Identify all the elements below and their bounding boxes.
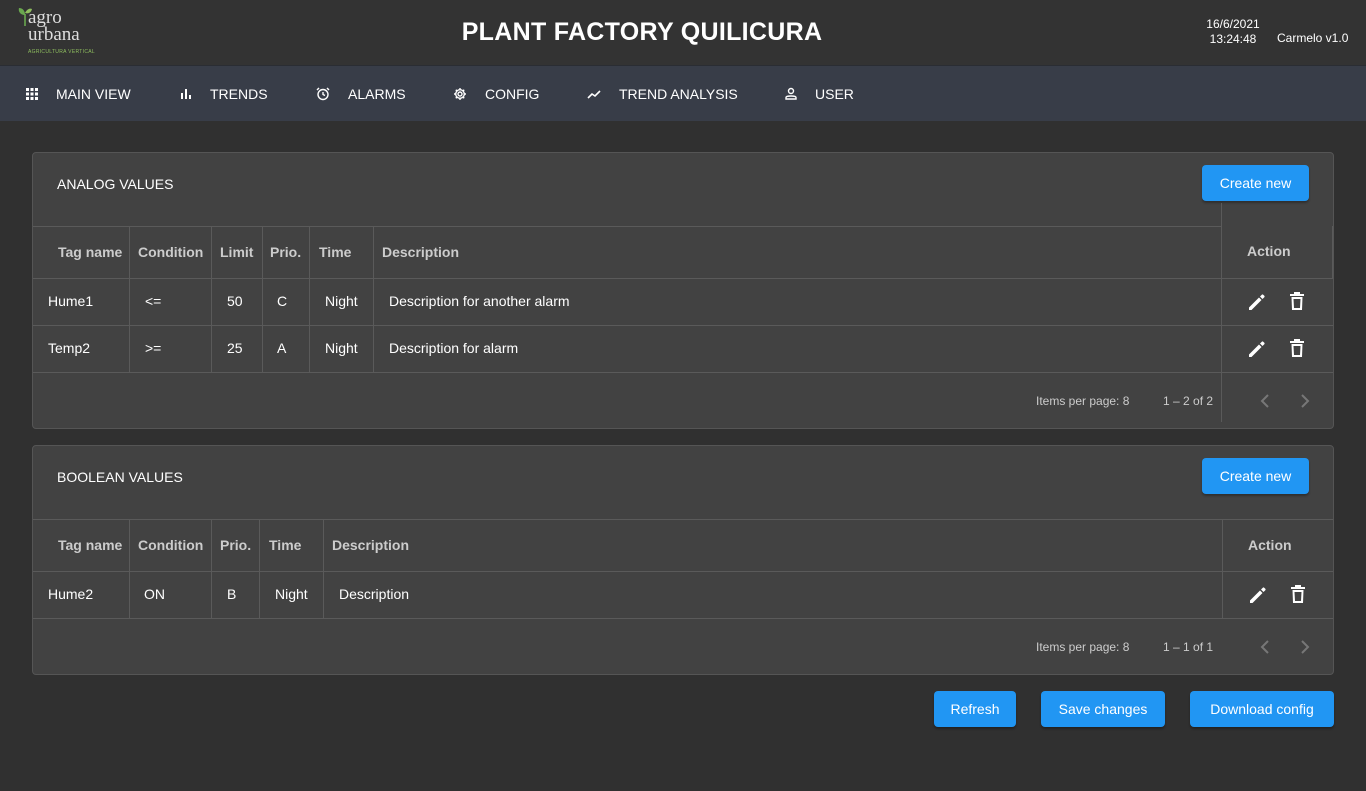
column-header-description[interactable]: Description xyxy=(382,244,459,260)
column-header-time[interactable]: Time xyxy=(269,537,301,553)
nav-label: ALARMS xyxy=(348,85,406,102)
edit-icon[interactable] xyxy=(1247,292,1267,312)
nav-label: TREND ANALYSIS xyxy=(619,85,738,102)
cell-limit: 25 xyxy=(227,340,243,356)
clock: 16/6/2021 13:24:48 xyxy=(1196,17,1270,47)
nav-item-trends[interactable]: TRENDS xyxy=(180,66,268,121)
cell-condition: <= xyxy=(145,293,162,309)
alarm-clock-icon xyxy=(316,87,330,100)
card-title: ANALOG VALUES xyxy=(57,176,174,192)
nav-item-alarms[interactable]: ALARMS xyxy=(316,66,406,121)
chevron-left-icon[interactable] xyxy=(1259,393,1271,409)
cell-condition: ON xyxy=(144,586,165,602)
cell-description: Description for another alarm xyxy=(389,293,570,309)
version-label: Carmelo v1.0 xyxy=(1277,31,1349,45)
cell-time: Night xyxy=(325,293,358,309)
cell-limit: 50 xyxy=(227,293,243,309)
cell-description: Description for alarm xyxy=(389,340,519,356)
cell-time: Night xyxy=(275,586,308,602)
page-title: PLANT FACTORY QUILICURA xyxy=(461,18,823,46)
edit-icon[interactable] xyxy=(1248,585,1268,605)
logo-subtitle: AGRICULTURA VERTICAL xyxy=(28,49,95,55)
divider xyxy=(1222,519,1223,618)
column-header-time[interactable]: Time xyxy=(319,244,351,260)
cell-tag: Hume2 xyxy=(48,586,94,602)
column-header-condition[interactable]: Condition xyxy=(138,244,203,260)
delete-icon[interactable] xyxy=(1289,584,1307,604)
grid-icon xyxy=(26,87,38,100)
create-new-button[interactable]: Create new xyxy=(1202,165,1309,201)
cell-time: Night xyxy=(325,340,358,356)
page-range: 1 – 1 of 1 xyxy=(1163,640,1214,654)
cell-description: Description xyxy=(339,586,410,602)
bar-chart-icon xyxy=(181,88,191,99)
divider xyxy=(129,519,130,618)
nav-item-main-view[interactable]: MAIN VIEW xyxy=(26,66,131,121)
analog-values-card: ANALOG VALUES Create new Tag name Condit… xyxy=(32,152,1334,429)
nav-item-config[interactable]: CONFIG xyxy=(453,66,539,121)
refresh-button[interactable]: Refresh xyxy=(934,691,1016,727)
current-time: 13:24:48 xyxy=(1209,32,1257,46)
cell-tag: Hume1 xyxy=(48,293,94,309)
divider xyxy=(33,325,1333,326)
divider xyxy=(33,278,1333,279)
nav-label: MAIN VIEW xyxy=(56,85,131,102)
chevron-right-icon[interactable] xyxy=(1299,639,1311,655)
nav-label: TRENDS xyxy=(210,85,268,102)
card-title: BOOLEAN VALUES xyxy=(57,469,183,485)
trending-up-icon xyxy=(587,89,601,99)
delete-icon[interactable] xyxy=(1288,291,1306,311)
divider xyxy=(1221,203,1222,422)
divider xyxy=(373,226,374,372)
gear-icon xyxy=(454,87,466,100)
cell-tag: Temp2 xyxy=(48,340,91,356)
divider xyxy=(33,571,1333,572)
person-icon xyxy=(785,87,797,100)
cell-condition: >= xyxy=(145,340,162,356)
delete-icon[interactable] xyxy=(1288,338,1306,358)
divider xyxy=(33,618,1333,619)
items-per-page[interactable]: Items per page: 8 xyxy=(1036,394,1129,408)
column-header-action: Action xyxy=(1247,243,1291,259)
nav-label: USER xyxy=(815,85,854,102)
page-range: 1 – 2 of 2 xyxy=(1163,394,1214,408)
column-header-limit[interactable]: Limit xyxy=(220,244,253,260)
column-header-tag-name[interactable]: Tag name xyxy=(58,537,122,553)
divider xyxy=(309,226,310,372)
divider xyxy=(33,372,1333,373)
column-header-condition[interactable]: Condition xyxy=(138,537,203,553)
nav-item-user[interactable]: USER xyxy=(785,66,854,121)
app-header: agro urbana AGRICULTURA VERTICAL PLANT F… xyxy=(0,0,1366,65)
cell-prio: C xyxy=(277,293,288,309)
column-header-description[interactable]: Description xyxy=(332,537,409,553)
chevron-right-icon[interactable] xyxy=(1299,393,1311,409)
main-nav: MAIN VIEW TRENDS ALARMS CONFIG TREND ANA… xyxy=(0,65,1366,121)
nav-label: CONFIG xyxy=(485,85,540,102)
column-header-prio[interactable]: Prio. xyxy=(220,537,251,553)
create-new-button[interactable]: Create new xyxy=(1202,458,1309,494)
column-header-prio[interactable]: Prio. xyxy=(270,244,301,260)
column-header-action: Action xyxy=(1248,537,1292,553)
cell-prio: A xyxy=(277,340,287,356)
divider xyxy=(129,226,130,372)
divider xyxy=(259,519,260,618)
divider xyxy=(211,519,212,618)
divider xyxy=(1332,226,1333,278)
divider xyxy=(262,226,263,372)
column-header-tag-name[interactable]: Tag name xyxy=(58,244,122,260)
edit-icon[interactable] xyxy=(1247,339,1267,359)
divider xyxy=(33,519,1333,520)
download-config-button[interactable]: Download config xyxy=(1190,691,1334,727)
boolean-values-card: BOOLEAN VALUES Create new Tag name Condi… xyxy=(32,445,1334,675)
cell-prio: B xyxy=(227,586,237,602)
save-changes-button[interactable]: Save changes xyxy=(1041,691,1165,727)
chevron-left-icon[interactable] xyxy=(1259,639,1271,655)
current-date: 16/6/2021 xyxy=(1206,17,1260,31)
items-per-page[interactable]: Items per page: 8 xyxy=(1036,640,1129,654)
divider xyxy=(211,226,212,372)
divider xyxy=(323,519,324,618)
nav-item-trend-analysis[interactable]: TREND ANALYSIS xyxy=(587,66,738,121)
